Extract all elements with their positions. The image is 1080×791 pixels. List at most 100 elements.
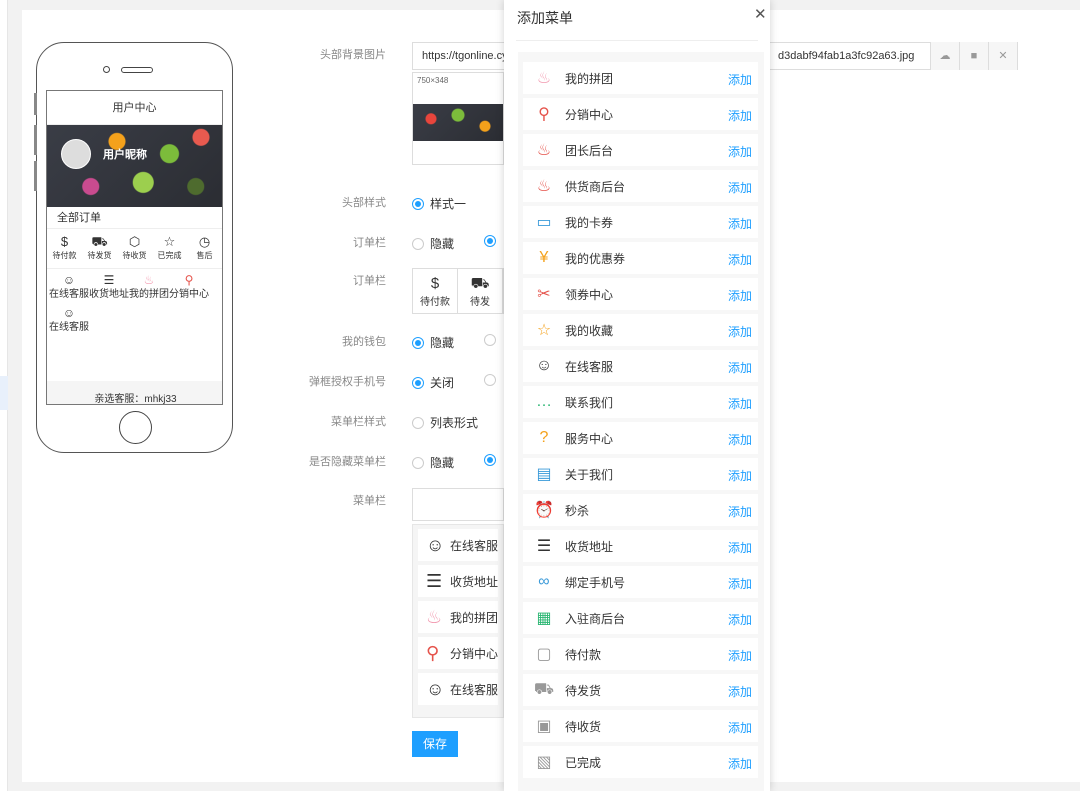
selected-menu-item[interactable]: ♨ 我的拼团 <box>418 601 498 633</box>
add-link[interactable]: 添加 <box>728 539 752 556</box>
history-icon: ◷ <box>198 234 211 249</box>
selected-menu-item[interactable]: ☺ 在线客服 <box>418 673 498 705</box>
order-icons-row: $ 待付款 ⛟ 待发货 ⬡ 待收货 ☆ 已完成 ◷ 售后 <box>47 229 222 269</box>
add-link[interactable]: 添加 <box>728 683 752 700</box>
service-icon: ☺ <box>535 357 553 374</box>
order-bar-label: 订单栏 <box>353 237 386 249</box>
add-link[interactable]: 添加 <box>728 647 752 664</box>
radio-label: 隐藏 <box>430 237 455 251</box>
order-icon-completed: ☆ 已完成 <box>153 229 187 268</box>
menu-style-label: 菜单栏样式 <box>331 416 386 428</box>
address-icon: ☰ <box>536 538 552 555</box>
distribution-icon: ⚲ <box>184 273 194 287</box>
screen-menu-label: 分销中心 <box>169 289 209 300</box>
menu-option: … 联系我们 添加 <box>523 386 758 418</box>
clock-icon: ⏰ <box>534 502 554 519</box>
selected-menu-item[interactable]: ⚲ 分销中心 <box>418 637 498 669</box>
header-style-option-1[interactable]: 样式一 <box>412 195 466 212</box>
order-icon-label: 待收货 <box>122 251 147 260</box>
clear-icon[interactable]: ✕ <box>988 42 1017 70</box>
gallery-icon[interactable]: ■ <box>959 42 988 70</box>
screen-menu-item: ⚲ 分销中心 <box>169 272 209 302</box>
nickname: 用户昵称 <box>103 149 147 161</box>
left-nav-active-mark[interactable] <box>0 376 8 410</box>
menu-option: ¥ 我的优惠券 添加 <box>523 242 758 274</box>
menu-option: ▭ 我的卡券 添加 <box>523 206 758 238</box>
group-buy-icon: ♨ <box>426 606 443 627</box>
radio-dot <box>412 416 424 429</box>
done-icon: ▧ <box>536 754 552 771</box>
add-link[interactable]: 添加 <box>728 431 752 448</box>
popup-phone-off-option[interactable]: 关闭 <box>412 374 454 391</box>
hide-menu-hide-option[interactable]: 隐藏 <box>412 454 454 471</box>
menu-bar-input[interactable] <box>412 488 504 521</box>
order-bar2-label: 订单栏 <box>353 275 386 287</box>
add-link[interactable]: 添加 <box>728 719 752 736</box>
close-icon[interactable]: ✕ <box>754 5 767 23</box>
add-link[interactable]: 添加 <box>728 503 752 520</box>
add-link[interactable]: 添加 <box>728 251 752 268</box>
wallet-hide-option[interactable]: 隐藏 <box>412 334 454 351</box>
order-icon-pending-receive: ⬡ 待收货 <box>118 229 152 268</box>
menu-option: ▤ 关于我们 添加 <box>523 458 758 490</box>
popup-phone-on-option[interactable] <box>484 374 502 386</box>
add-link[interactable]: 添加 <box>728 359 752 376</box>
upload-icon[interactable]: ☁ <box>930 42 959 70</box>
add-link[interactable]: 添加 <box>728 143 752 160</box>
screen-menu-label: 在线客服 <box>49 322 89 333</box>
coupon-icon: ¥ <box>539 249 549 266</box>
ticket-icon: ✂ <box>537 286 551 303</box>
star-icon: ☆ <box>536 322 552 339</box>
add-link[interactable]: 添加 <box>728 71 752 88</box>
add-link[interactable]: 添加 <box>728 755 752 772</box>
add-link[interactable]: 添加 <box>728 611 752 628</box>
smile-icon: ☺ <box>426 534 445 555</box>
order-box-label: 待付款 <box>420 297 450 308</box>
header-bg-label: 头部背景图片 <box>320 49 386 61</box>
wallet-show-option[interactable] <box>484 334 502 346</box>
add-link[interactable]: 添加 <box>728 107 752 124</box>
chat-icon: … <box>536 393 552 410</box>
menu-option: ▢ 待付款 添加 <box>523 638 758 670</box>
supplier-icon: ♨ <box>536 178 552 195</box>
phone-screen: 用户中心 用户昵称 全部订单 $ 待付款 ⛟ 待发货 ⬡ 待收货 ☆ 已完成 ◷ 售后 ☺… <box>46 90 223 405</box>
menu-option: ∞ 绑定手机号 添加 <box>523 566 758 598</box>
add-link[interactable]: 添加 <box>728 467 752 484</box>
order-bar-hide-option[interactable]: 隐藏 <box>412 235 454 252</box>
menu-style-list-option[interactable]: 列表形式 <box>412 414 478 431</box>
order-bar-show-option[interactable] <box>484 235 502 247</box>
selected-menu-item[interactable]: ☰ 收货地址 <box>418 565 498 597</box>
screen-title: 用户中心 <box>47 91 222 125</box>
add-link[interactable]: 添加 <box>728 179 752 196</box>
menu-option: ✂ 领券中心 添加 <box>523 278 758 310</box>
menu-option: ▧ 已完成 添加 <box>523 746 758 778</box>
add-link[interactable]: 添加 <box>728 323 752 340</box>
group-buy-icon: ♨ <box>536 70 552 87</box>
screen-menu-label: 我的拼团 <box>129 289 169 300</box>
radio-dot <box>484 454 496 466</box>
selected-menu-item[interactable]: ☺ 在线客服 <box>418 529 498 561</box>
selected-menu-list: ☺ 在线客服 ☰ 收货地址 ♨ 我的拼团 ⚲ 分销中心 ☺ 在线客服 <box>412 524 504 718</box>
screen-footer: 亲选客服：mhkj33 <box>47 381 222 404</box>
add-link[interactable]: 添加 <box>728 575 752 592</box>
order-icon-label: 待付款 <box>52 251 77 260</box>
menu-option: ♨ 团长后台 添加 <box>523 134 758 166</box>
star-icon: ☆ <box>163 234 176 249</box>
modal-divider <box>516 40 758 41</box>
header-bg-preview: 750×348 <box>412 72 504 165</box>
hide-menu-show-option[interactable] <box>484 454 502 466</box>
radio-dot <box>484 334 496 346</box>
box-icon: ▣ <box>536 718 552 735</box>
radio-dot <box>412 197 424 210</box>
menu-option: ♨ 供货商后台 添加 <box>523 170 758 202</box>
add-link[interactable]: 添加 <box>728 215 752 232</box>
save-button[interactable]: 保存 <box>412 731 458 757</box>
add-link[interactable]: 添加 <box>728 287 752 304</box>
selected-menu-label: 分销中心 <box>449 646 498 661</box>
help-icon: ? <box>539 429 549 446</box>
add-link[interactable]: 添加 <box>728 395 752 412</box>
phone-preview: 用户中心 用户昵称 全部订单 $ 待付款 ⛟ 待发货 ⬡ 待收货 ☆ 已完成 ◷ 售后 ☺… <box>34 42 233 453</box>
order-icon-pending-payment: $ 待付款 <box>48 229 82 268</box>
dollar-icon: $ <box>60 234 69 249</box>
link-icon: ∞ <box>538 573 550 590</box>
